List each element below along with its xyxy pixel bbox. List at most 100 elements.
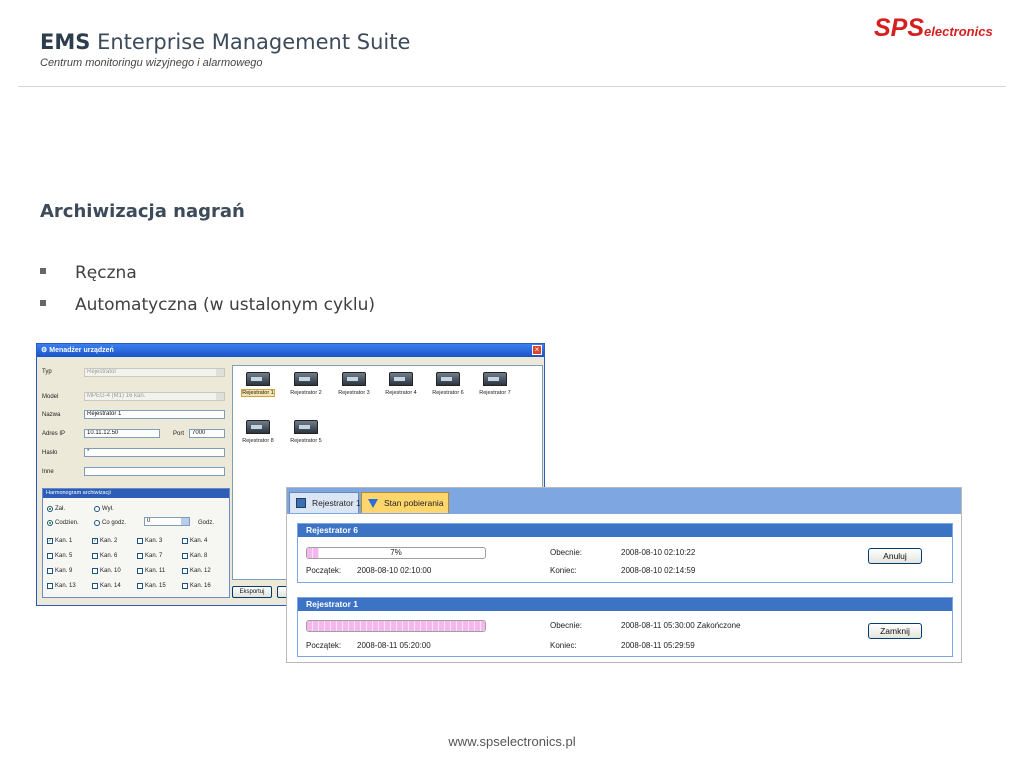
device-item[interactable]: Rejestrator 2 (284, 372, 328, 396)
channel-label: Kan. 16 (190, 583, 211, 589)
device-label: Rejestrator 7 (479, 390, 511, 396)
device-manager-titlebar[interactable]: ⚙ Menadżer urządzeń (37, 344, 544, 357)
close-button[interactable]: Zamknij (868, 623, 922, 639)
type-value: Rejestrator (87, 369, 117, 375)
recorder-icon (246, 372, 270, 386)
export-button[interactable]: Eksportuj (232, 586, 272, 598)
title-rest: Enterprise Management Suite (97, 30, 411, 54)
device-item[interactable]: Rejestrator 5 (284, 420, 328, 444)
channel-label: Kan. 5 (55, 553, 73, 559)
download-job: Rejestrator 6 7% Obecnie: 2008-08-10 02:… (297, 523, 953, 583)
window-title: Menadżer urządzeń (49, 347, 114, 354)
title-bold: EMS (40, 30, 91, 54)
device-label: Rejestrator 4 (385, 390, 417, 396)
channel-label: Kan. 3 (145, 538, 163, 544)
tab-recorder-1[interactable]: Rejestrator 1 (289, 492, 361, 513)
channel-checkbox[interactable] (92, 583, 98, 589)
type-label: Typ (42, 369, 52, 375)
channel-label: Kan. 12 (190, 568, 211, 574)
page-title: EMS Enterprise Management Suite (40, 30, 410, 54)
channel-label: Kan. 15 (145, 583, 166, 589)
download-arrow-icon (368, 499, 378, 508)
channel-checkbox[interactable] (182, 553, 188, 559)
recorder-icon (294, 372, 318, 386)
start-label: Początek: (306, 566, 342, 575)
end-label: Koniec: (550, 641, 577, 650)
end-label: Koniec: (550, 566, 577, 575)
bullet-icon (40, 300, 46, 306)
daily-label: Codzien. (55, 520, 79, 526)
device-item[interactable]: Rejestrator 4 (379, 372, 423, 396)
channel-checkbox[interactable] (47, 583, 53, 589)
channel-checkbox[interactable] (92, 553, 98, 559)
end-value: 2008-08-10 02:14:59 (621, 566, 696, 575)
device-item[interactable]: Rejestrator 1 (236, 372, 280, 397)
schedule-group: Harmonogram archiwizacji Zał. Wył. Codzi… (42, 488, 230, 598)
tab-bar: Rejestrator 1 Stan pobierania (287, 488, 961, 514)
channel-label: Kan. 7 (145, 553, 163, 559)
channel-label: Kan. 2 (100, 538, 118, 544)
channel-label: Kan. 11 (145, 568, 166, 574)
recorder-icon (436, 372, 460, 386)
schedule-title: Harmonogram archiwizacji (43, 489, 229, 498)
device-item[interactable]: Rejestrator 6 (426, 372, 470, 396)
password-field[interactable]: * (84, 448, 225, 457)
channel-checkbox[interactable] (182, 583, 188, 589)
device-label: Rejestrator 2 (290, 390, 322, 396)
brand-logo: SPSelectronics (874, 14, 993, 43)
other-label: Inne (42, 469, 54, 475)
logo-main: SPS (874, 14, 925, 42)
current-label: Obecnie: (550, 548, 583, 557)
type-select[interactable]: Rejestrator (84, 368, 225, 377)
recorder-icon (389, 372, 413, 386)
channel-label: Kan. 6 (100, 553, 118, 559)
model-select[interactable]: MPEG-4 (M1) 16 kan. (84, 392, 225, 401)
channel-checkbox[interactable]: ✓ (92, 538, 98, 544)
channel-checkbox[interactable]: ✓ (47, 538, 53, 544)
channel-checkbox[interactable] (92, 568, 98, 574)
hours-stepper[interactable]: 0 (144, 517, 190, 526)
on-radio[interactable] (47, 506, 53, 512)
channel-checkbox[interactable] (47, 553, 53, 559)
spinner-icon (181, 518, 189, 525)
footer-url: www.spselectronics.pl (448, 734, 576, 749)
channel-label: Kan. 8 (190, 553, 208, 559)
model-value: MPEG-4 (M1) 16 kan. (87, 393, 146, 399)
channel-checkbox[interactable] (137, 538, 143, 544)
channel-label: Kan. 4 (190, 538, 208, 544)
device-item[interactable]: Rejestrator 8 (236, 420, 280, 444)
cancel-button[interactable]: Anuluj (868, 548, 922, 564)
port-field[interactable]: 7000 (189, 429, 225, 438)
device-label: Rejestrator 1 (241, 389, 275, 397)
start-value: 2008-08-11 05:20:00 (357, 641, 431, 650)
channel-checkbox[interactable] (182, 538, 188, 544)
ip-field[interactable]: 10.11.12.50 (84, 429, 160, 438)
channel-checkbox[interactable] (137, 568, 143, 574)
other-field[interactable] (84, 467, 225, 476)
device-item[interactable]: Rejestrator 3 (332, 372, 376, 396)
chevron-down-icon (216, 393, 224, 400)
channel-checkbox[interactable] (182, 568, 188, 574)
device-item[interactable]: Rejestrator 7 (473, 372, 517, 396)
channel-checkbox[interactable] (137, 583, 143, 589)
name-field[interactable]: Rejestrator 1 (84, 410, 225, 419)
close-icon[interactable]: × (532, 345, 542, 355)
download-job: Rejestrator 1 Obecnie: 2008-08-11 05:30:… (297, 597, 953, 657)
recorder-icon (342, 372, 366, 386)
job-title: Rejestrator 1 (298, 598, 952, 611)
recorder-icon (294, 420, 318, 434)
tab-download-status[interactable]: Stan pobierania (361, 492, 449, 513)
end-value: 2008-08-11 05:29:59 (621, 641, 695, 650)
start-label: Początek: (306, 641, 342, 650)
every-radio[interactable] (94, 520, 100, 526)
logo-sub: electronics (924, 24, 993, 39)
device-label: Rejestrator 8 (242, 438, 274, 444)
channel-checkbox[interactable] (47, 568, 53, 574)
daily-radio[interactable] (47, 520, 53, 526)
chevron-down-icon (216, 369, 224, 376)
channel-checkbox[interactable] (137, 553, 143, 559)
page-subtitle: Centrum monitoringu wizyjnego i alarmowe… (40, 57, 263, 69)
current-value: 2008-08-11 05:30:00 Zakończone (621, 621, 741, 630)
off-radio[interactable] (94, 506, 100, 512)
model-label: Model (42, 394, 59, 400)
